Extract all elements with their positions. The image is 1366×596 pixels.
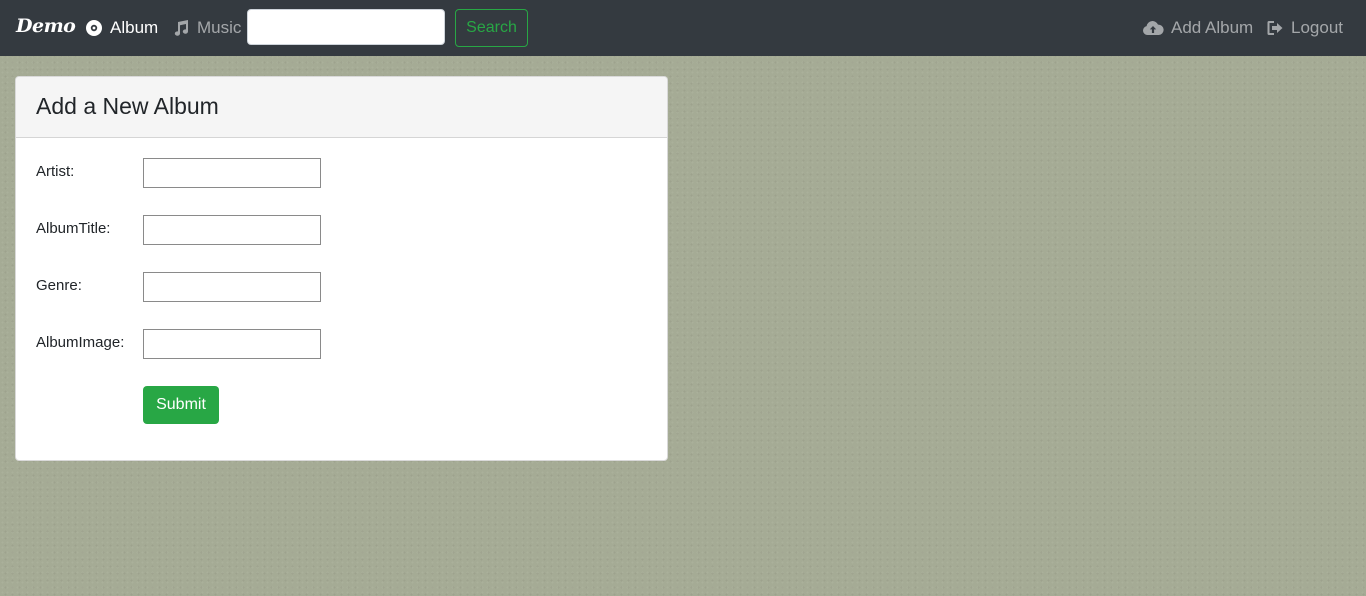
music-note-icon bbox=[172, 19, 190, 37]
artist-label: Artist: bbox=[36, 163, 75, 180]
nav-link-add-album-label: Add Album bbox=[1171, 18, 1254, 37]
sign-out-icon bbox=[1266, 19, 1284, 37]
artist-field[interactable] bbox=[143, 158, 321, 188]
genre-label: Genre: bbox=[36, 277, 82, 294]
nav-link-music[interactable]: Music bbox=[172, 17, 241, 39]
add-album-card: Add a New Album Artist: AlbumTitle: Genr… bbox=[15, 76, 668, 461]
card-header: Add a New Album bbox=[16, 77, 667, 138]
nav-link-add-album[interactable]: Add Album bbox=[1142, 17, 1253, 39]
search-button[interactable]: Search bbox=[455, 9, 528, 47]
nav-link-logout[interactable]: Logout bbox=[1266, 17, 1343, 39]
album-title-label: AlbumTitle: bbox=[36, 220, 111, 237]
album-image-label: AlbumImage: bbox=[36, 334, 125, 351]
brand-logo[interactable]: Demo bbox=[16, 15, 76, 37]
nav-link-logout-label: Logout bbox=[1291, 18, 1343, 37]
nav-link-album-label: Album bbox=[110, 18, 159, 37]
disc-icon bbox=[85, 19, 103, 37]
page-title: Add a New Album bbox=[36, 93, 219, 119]
nav-link-music-label: Music bbox=[197, 18, 242, 37]
album-title-field[interactable] bbox=[143, 215, 321, 245]
genre-field[interactable] bbox=[143, 272, 321, 302]
submit-button[interactable]: Submit bbox=[143, 386, 219, 424]
top-navbar: Demo Album Music Search Add Album Logout bbox=[0, 0, 1366, 56]
nav-link-album[interactable]: Album bbox=[85, 17, 158, 39]
cloud-upload-icon bbox=[1142, 19, 1164, 37]
album-image-field[interactable] bbox=[143, 329, 321, 359]
search-input[interactable] bbox=[247, 9, 445, 45]
